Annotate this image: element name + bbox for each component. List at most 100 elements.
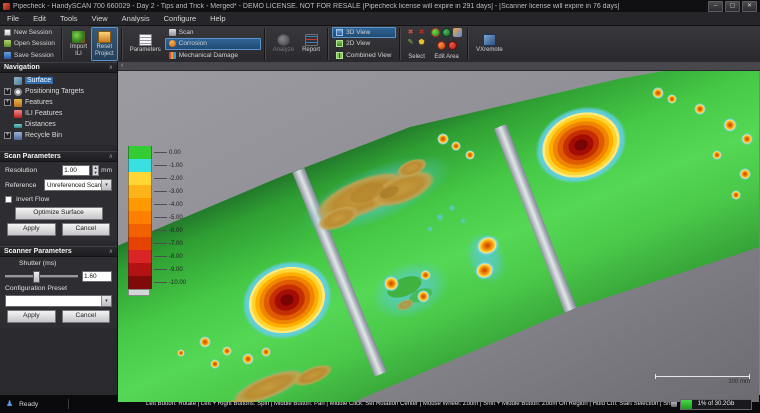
resolution-input[interactable]: 1.00 — [62, 165, 91, 176]
toolbar-separator — [399, 28, 402, 60]
analyze-icon — [276, 34, 290, 47]
viewport-3d[interactable]: ‹ 0.00 -1.00 -2.00 -3.00 -4.00 -5.00 -6.… — [118, 62, 760, 402]
shutter-slider[interactable] — [5, 270, 78, 283]
shutter-label: Shutter (ms) — [19, 260, 57, 267]
menu-file[interactable]: File — [0, 12, 26, 25]
edit-area-remove-icon[interactable] — [436, 41, 446, 50]
configuration-preset-select[interactable]: ▾ — [5, 295, 112, 307]
open-session-button[interactable]: Open Session — [2, 39, 58, 49]
scan-parameters-body: Resolution 1.00 ▲ ▼ mm Reference Unrefere… — [0, 162, 117, 241]
parameters-icon — [138, 34, 152, 47]
scanner-parameters-header[interactable]: Scanner Parameters ∧ — [0, 246, 117, 257]
shutter-slider-handle[interactable] — [32, 271, 40, 283]
maximize-button[interactable]: ▢ — [725, 0, 740, 12]
distances-icon — [14, 123, 22, 128]
collapse-chevron-icon[interactable]: ∧ — [109, 153, 113, 160]
tree-item-surface[interactable]: Surface — [0, 75, 117, 86]
scanner-cancel-button[interactable]: Cancel — [61, 310, 110, 323]
legend-footer-band — [128, 289, 150, 296]
legend-band: -6.00 — [128, 224, 186, 237]
navigation-header[interactable]: Navigation ∧ — [0, 62, 117, 73]
scene-3d[interactable] — [118, 71, 760, 402]
report-button[interactable]: Report — [298, 27, 324, 61]
optimize-surface-button[interactable]: Optimize Surface — [14, 207, 103, 220]
parameters-button[interactable]: Parameters — [126, 27, 165, 61]
collapse-chevron-icon[interactable]: ∧ — [109, 64, 113, 71]
menu-tools[interactable]: Tools — [53, 12, 85, 25]
edit-area-rotate-icon[interactable] — [431, 28, 441, 37]
expander-icon[interactable]: + — [4, 88, 11, 95]
viewport-scroll-strip[interactable]: ‹ — [118, 62, 760, 71]
scroll-left-icon[interactable]: ‹ — [121, 62, 123, 69]
view-2d-button[interactable]: 2D View — [332, 38, 396, 49]
open-session-icon — [4, 40, 11, 48]
select-brush-icon[interactable]: ⬟ — [419, 39, 425, 47]
legend-band: -9.00 — [128, 263, 186, 276]
corrosion-mode-button[interactable]: Corrosion — [164, 38, 261, 50]
edit-area-delete-icon[interactable] — [447, 41, 457, 50]
select-clear-icon[interactable]: ✖ — [419, 29, 425, 37]
resolution-label: Resolution — [5, 167, 38, 174]
status-ready: Ready — [19, 400, 39, 408]
tree-item-ili-features[interactable]: ILI Features — [0, 108, 117, 119]
legend-band: -3.00 — [128, 185, 186, 198]
main-toolbar: New Session Open Session Save Session Im… — [0, 26, 760, 62]
shutter-value-input[interactable]: 1.60 — [82, 270, 112, 282]
positioning-targets-icon — [14, 87, 22, 96]
reset-project-icon — [97, 30, 111, 43]
resolution-stepper[interactable]: ▲ ▼ — [92, 165, 100, 176]
view-combined-button[interactable]: Combined View — [332, 50, 396, 61]
scan-icon — [168, 29, 176, 37]
legend-band: -8.00 — [128, 250, 186, 263]
new-session-button[interactable]: New Session — [2, 28, 58, 38]
close-button[interactable]: ✕ — [742, 0, 757, 12]
import-ili-button[interactable]: Import ILI — [66, 27, 91, 61]
vxremote-icon — [482, 34, 496, 47]
corrosion-icon — [168, 40, 176, 48]
expander-icon[interactable]: + — [4, 99, 11, 106]
select-pen-icon[interactable]: ✎ — [408, 39, 414, 47]
menu-view[interactable]: View — [85, 12, 115, 25]
mechanical-damage-mode-button[interactable]: Mechanical Damage — [165, 50, 261, 61]
select-remove-icon[interactable]: ✖ — [408, 29, 414, 37]
invert-flow-checkbox[interactable] — [5, 195, 12, 203]
new-session-icon — [4, 29, 11, 37]
reference-select[interactable]: Unreferenced Scan ▾ — [44, 179, 112, 191]
scan-apply-button[interactable]: Apply — [7, 223, 56, 236]
toolbar-separator — [120, 28, 123, 60]
left-panel: Navigation ∧ Surface + Positioning Targe… — [0, 62, 118, 395]
tree-item-positioning-targets[interactable]: + Positioning Targets — [0, 86, 117, 97]
tree-item-features[interactable]: + Features — [0, 97, 117, 108]
expander-icon[interactable]: + — [4, 132, 11, 139]
report-icon — [304, 34, 318, 47]
minimize-button[interactable]: – — [708, 0, 723, 12]
surface-icon — [14, 76, 22, 85]
tree-item-distances[interactable]: Distances — [0, 119, 117, 130]
app-window: Pipecheck - HandySCAN 700 660029 - Day 2… — [0, 0, 760, 413]
reset-project-button[interactable]: Reset Project — [91, 27, 118, 61]
edit-area-pick-icon[interactable] — [453, 28, 463, 37]
menu-edit[interactable]: Edit — [26, 12, 53, 25]
ili-features-icon — [14, 109, 22, 118]
chevron-down-icon: ▾ — [101, 180, 111, 190]
menu-configure[interactable]: Configure — [157, 12, 204, 25]
reference-label: Reference — [5, 181, 37, 189]
scan-cancel-button[interactable]: Cancel — [61, 223, 110, 236]
scanner-apply-button[interactable]: Apply — [7, 310, 56, 323]
tree-item-recycle-bin[interactable]: + Recycle Bin — [0, 130, 117, 141]
save-session-button[interactable]: Save Session — [2, 50, 58, 60]
analyze-button[interactable]: Analyze — [269, 27, 298, 61]
vxremote-button[interactable]: VXremote — [472, 27, 507, 61]
scale-bar: 100 mm — [655, 374, 750, 385]
scan-parameters-header[interactable]: Scan Parameters ∧ — [0, 151, 117, 162]
window-title: Pipecheck - HandySCAN 700 660029 - Day 2… — [13, 2, 620, 10]
view-3d-button[interactable]: 3D View — [332, 27, 397, 39]
menu-help[interactable]: Help — [203, 12, 232, 25]
collapse-chevron-icon[interactable]: ∧ — [109, 248, 113, 255]
menu-analysis[interactable]: Analysis — [115, 12, 157, 25]
memory-gauge: 1% of 30.2Gb — [680, 398, 752, 410]
view-3d-icon — [336, 29, 344, 37]
edit-area-add-icon[interactable] — [442, 28, 452, 37]
configuration-preset-label: Configuration Preset — [5, 285, 67, 292]
scan-mode-button[interactable]: Scan — [165, 27, 261, 38]
